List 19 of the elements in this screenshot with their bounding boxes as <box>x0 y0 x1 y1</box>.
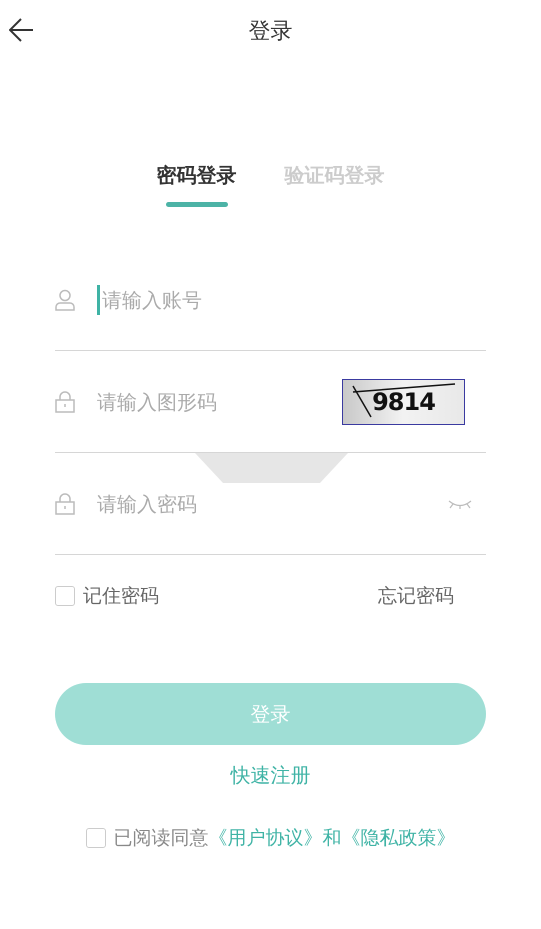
forgot-password-link[interactable]: 忘记密码 <box>378 582 454 610</box>
input-field[interactable]: 请输入图形码 <box>97 386 342 416</box>
input-field[interactable]: 请输入账号 <box>97 284 486 314</box>
lock-icon <box>55 492 75 514</box>
closed-eye-icon[interactable] <box>448 498 472 510</box>
user-icon <box>55 288 75 310</box>
checkbox[interactable] <box>55 586 75 606</box>
login-tab[interactable]: 密码登录 <box>156 160 236 190</box>
user-agreement-link[interactable]: 《用户协议》 <box>208 826 322 848</box>
lock-icon <box>55 390 75 412</box>
register-link[interactable]: 快速注册 <box>230 760 310 790</box>
page-title: 登录 <box>248 18 292 46</box>
captcha-image[interactable]: 9814 <box>342 378 465 424</box>
checkbox[interactable] <box>86 828 106 848</box>
remember-label: 记住密码 <box>83 584 159 609</box>
input-field[interactable]: 请输入密码 <box>97 488 448 518</box>
agreement-text: 已阅读同意《用户协议》和《隐私政策》 <box>114 826 456 850</box>
back-icon[interactable] <box>9 18 34 42</box>
privacy-policy-link[interactable]: 《隐私政策》 <box>342 826 456 848</box>
